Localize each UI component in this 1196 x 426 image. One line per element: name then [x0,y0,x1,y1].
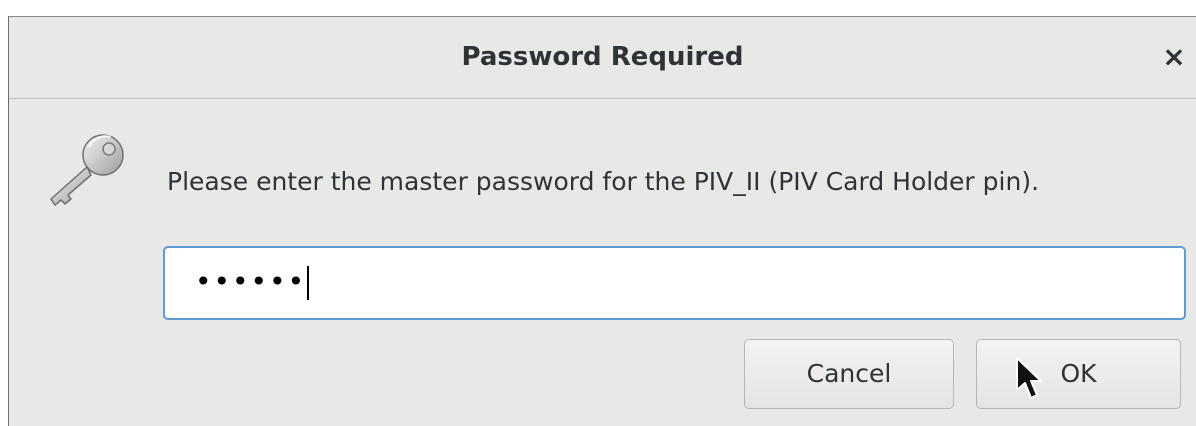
dialog-title: Password Required [461,42,744,72]
dialog-titlebar: Password Required × [9,17,1196,99]
ok-button[interactable]: OK [976,339,1181,409]
password-input-value: •••••• [195,262,310,302]
text-caret [307,266,310,300]
close-button[interactable]: × [1156,39,1192,75]
key-icon [41,129,133,213]
cancel-button[interactable]: Cancel [744,339,954,409]
password-input[interactable]: •••••• [163,246,1186,320]
close-icon[interactable]: × [1162,40,1185,73]
mouse-pointer-icon [1016,357,1042,399]
prompt-message: Please enter the master password for the… [167,167,1040,196]
